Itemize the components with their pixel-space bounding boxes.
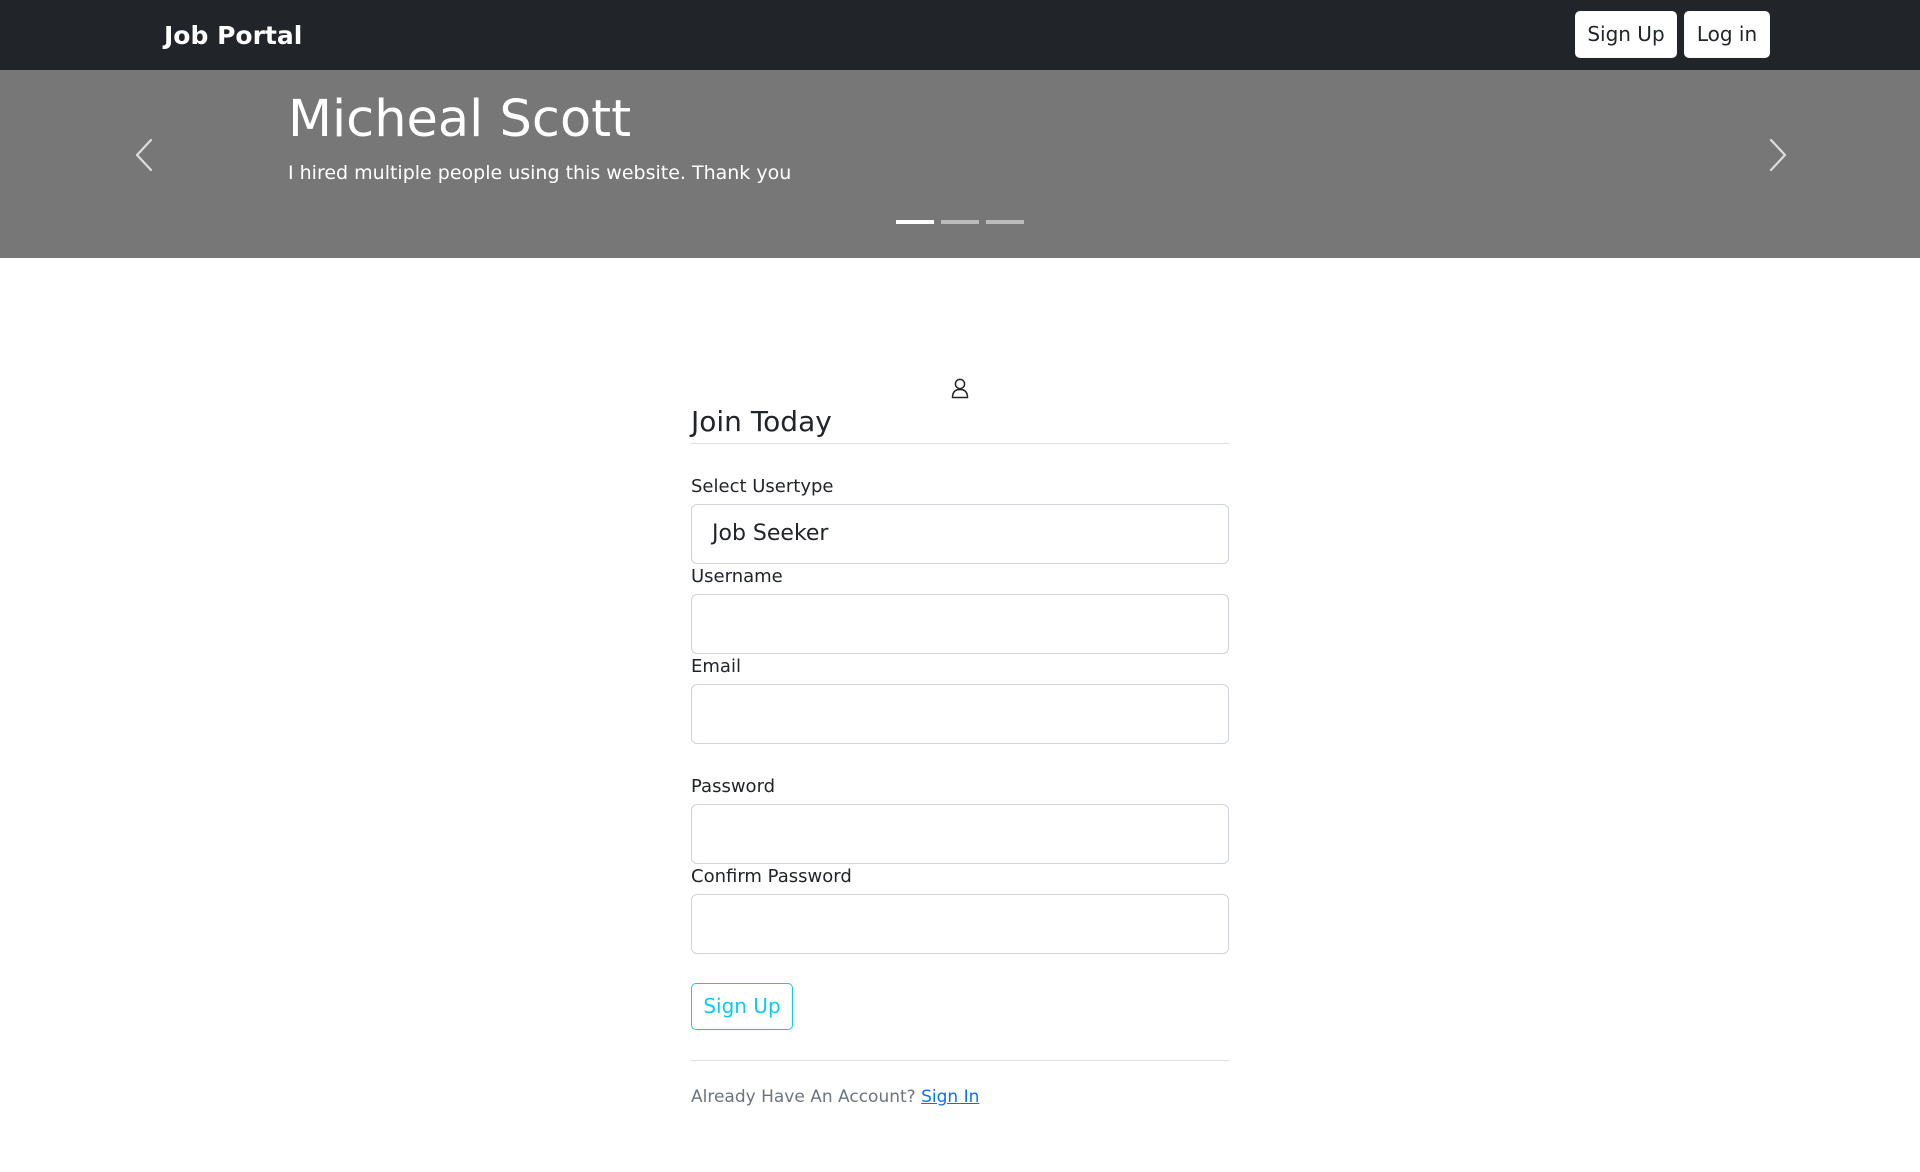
- email-label: Email: [691, 656, 741, 677]
- chevron-right-icon: [1769, 138, 1787, 172]
- signup-submit-button[interactable]: Sign Up: [691, 983, 793, 1030]
- carousel-indicator-3[interactable]: [986, 220, 1024, 224]
- email-input[interactable]: [691, 684, 1229, 744]
- chevron-left-icon: [135, 138, 153, 172]
- carousel-indicators: [896, 220, 1026, 224]
- slide-caption: I hired multiple people using this websi…: [288, 162, 792, 184]
- navbar: Job Portal Sign Up Log in: [0, 0, 1920, 70]
- person-icon: [951, 378, 969, 399]
- signin-link[interactable]: Sign In: [921, 1087, 979, 1107]
- username-label: Username: [691, 566, 783, 587]
- carousel-indicator-1[interactable]: [896, 220, 934, 224]
- carousel-indicator-2[interactable]: [941, 220, 979, 224]
- carousel-prev-button[interactable]: [120, 130, 170, 180]
- form-divider: [691, 1060, 1229, 1061]
- slide-title: Micheal Scott: [288, 90, 632, 149]
- signin-prompt-text: Already Have An Account?: [691, 1087, 922, 1107]
- testimonial-carousel: Micheal Scott I hired multiple people us…: [0, 70, 1920, 258]
- usertype-label: Select Usertype: [691, 476, 834, 497]
- confirm-password-label: Confirm Password: [691, 866, 852, 887]
- signin-prompt: Already Have An Account? Sign In: [691, 1085, 979, 1109]
- usertype-select[interactable]: Job Seeker: [691, 504, 1229, 564]
- form-legend: Join Today: [691, 402, 1229, 444]
- password-label: Password: [691, 776, 776, 797]
- confirm-password-input[interactable]: [691, 894, 1229, 954]
- username-input[interactable]: [691, 594, 1229, 654]
- password-input[interactable]: [691, 804, 1229, 864]
- nav-signup-button[interactable]: Sign Up: [1575, 11, 1677, 58]
- carousel-next-button[interactable]: [1752, 130, 1802, 180]
- brand-link[interactable]: Job Portal: [164, 20, 302, 52]
- nav-login-button[interactable]: Log in: [1684, 11, 1770, 58]
